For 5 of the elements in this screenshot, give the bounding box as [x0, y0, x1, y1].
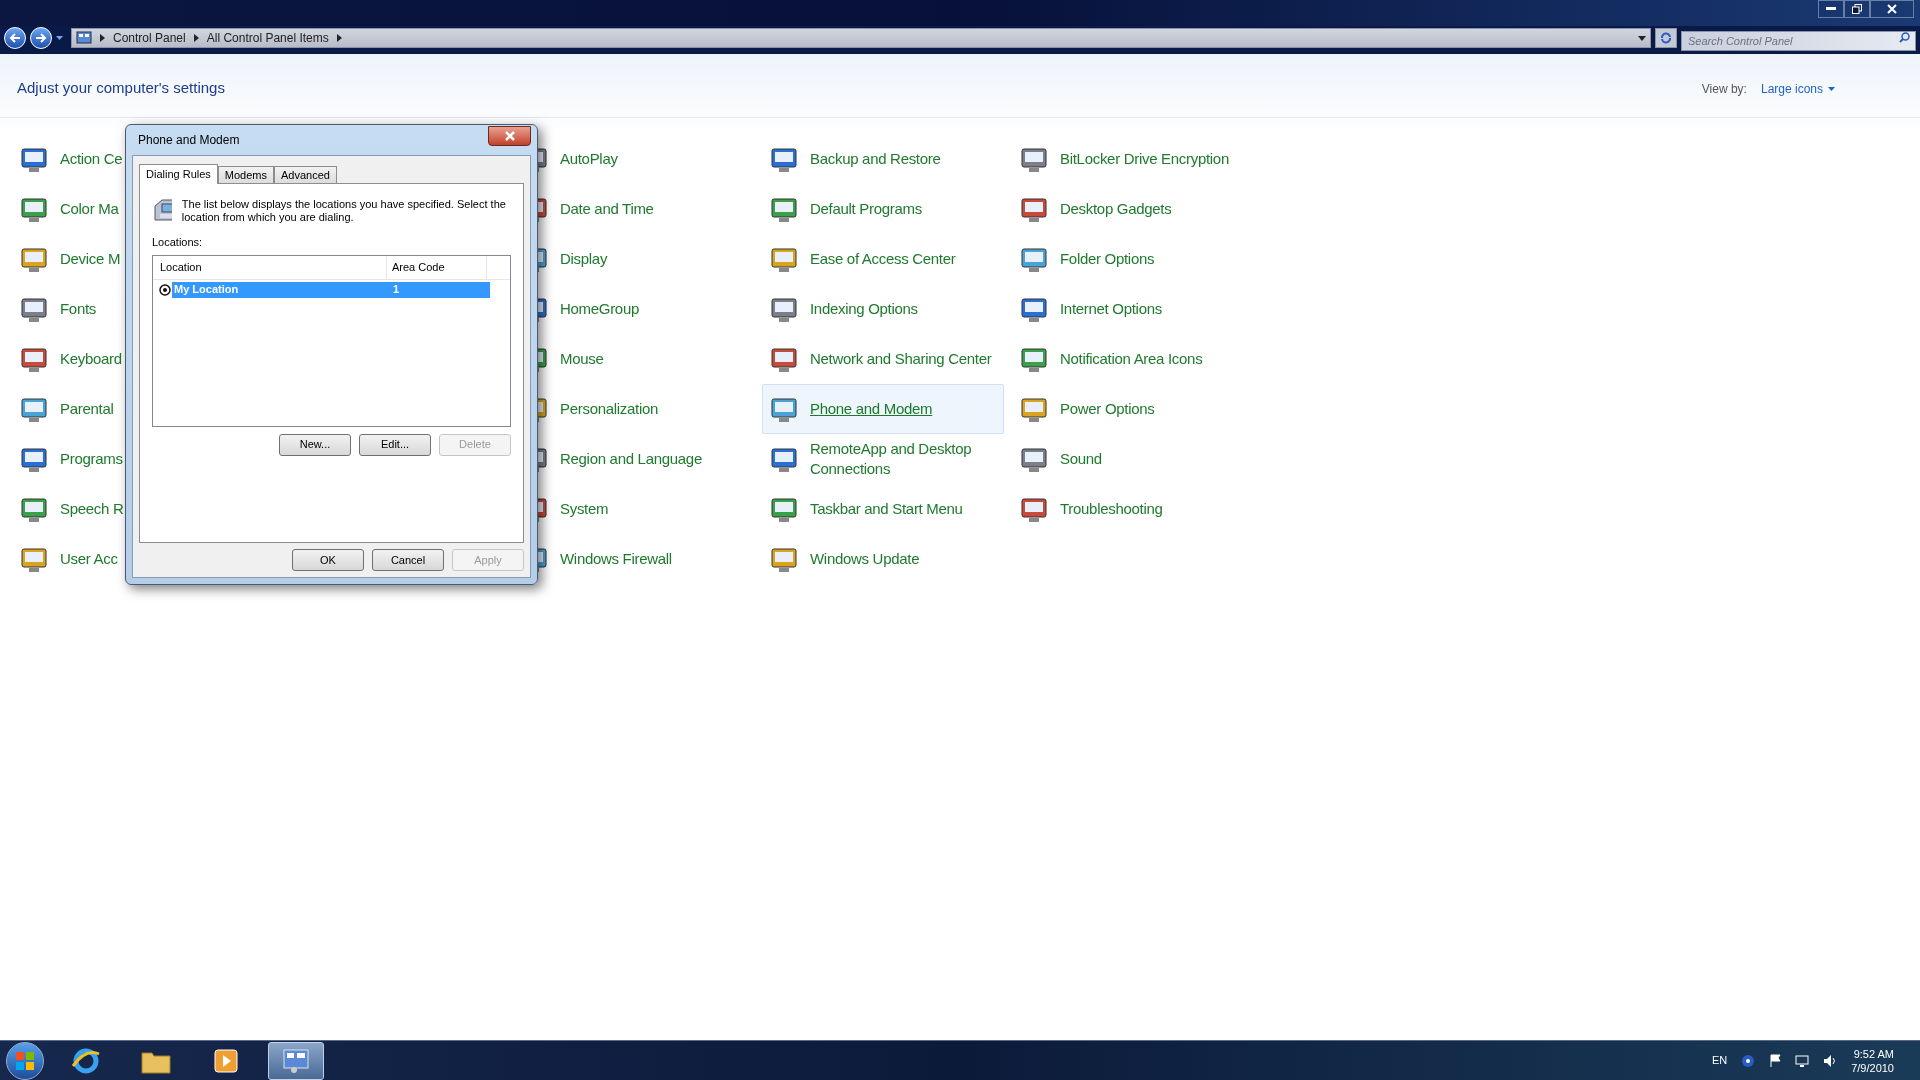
view-by-label: View by: — [1701, 80, 1747, 98]
dialog-title: Phone and Modem — [138, 132, 240, 149]
page-heading: Adjust your computer's settings — [17, 78, 225, 99]
locations-label: Locations: — [152, 235, 204, 250]
dialog-description: The list below displays the locations you have specified. Select the location from which you are dialing. — [181, 198, 507, 224]
